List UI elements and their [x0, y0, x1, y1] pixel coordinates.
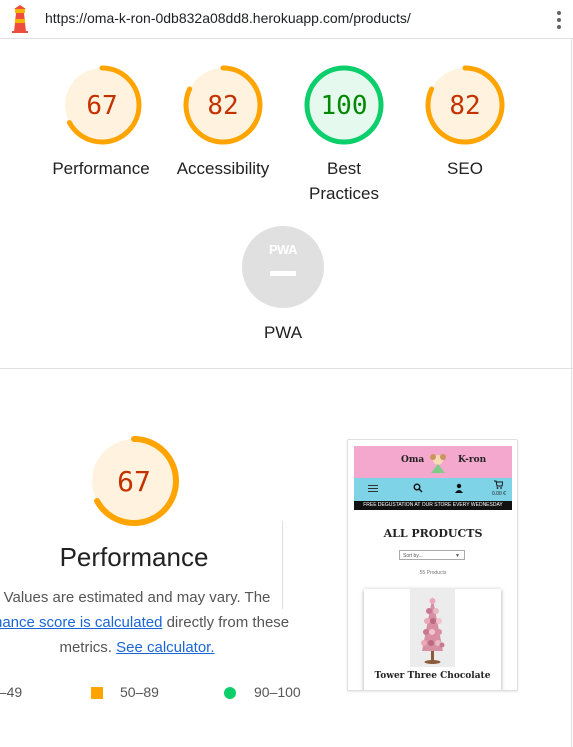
- sort-label: Sort by...: [403, 553, 423, 559]
- macaron-tower-image: [410, 589, 455, 667]
- performance-label[interactable]: Performance: [40, 156, 162, 181]
- product-card: Tower Three Chocolate: [364, 589, 501, 690]
- site-nav: 0.00 €: [354, 478, 512, 501]
- cart-total: 0.00 €: [492, 491, 506, 497]
- accessibility-label[interactable]: Accessibility: [162, 156, 284, 181]
- product-count: 55 Products: [419, 570, 447, 576]
- address-bar: https://oma-k-ron-0db832a08dd8.herokuapp…: [0, 0, 573, 39]
- search-icon: [413, 483, 423, 493]
- seo-label[interactable]: SEO: [404, 156, 526, 181]
- performance-large-score: 67: [117, 465, 151, 498]
- score-calculated-link[interactable]: rmance score is calculated: [0, 614, 162, 631]
- scroll-edge: [571, 38, 572, 747]
- performance-title: Performance: [59, 542, 209, 572]
- accessibility-gauge[interactable]: 82: [182, 64, 264, 146]
- pwa-gauge[interactable]: PWA: [242, 226, 324, 308]
- site-brand-left: Oma: [401, 455, 425, 465]
- desc-text-1: Values are estimated and may vary. The: [3, 589, 271, 606]
- legend-pass: 90–100: [254, 684, 301, 700]
- cart-icon: [494, 480, 503, 489]
- site-header: Oma K-ron: [354, 446, 512, 478]
- pwa-badge-text: PWA: [268, 242, 298, 257]
- all-products-title: ALL PRODUCTS: [383, 527, 483, 540]
- desc-text-3: metrics.: [59, 639, 117, 656]
- pwa-dash-icon: [270, 271, 296, 276]
- pass-circle-icon: [224, 687, 236, 699]
- final-screenshot[interactable]: Oma K-ron 0.00 € FREE DEGUSTATION AT OUR…: [347, 439, 518, 691]
- promo-banner: FREE DEGUSTATION AT OUR STORE EVERY WEDN…: [354, 501, 512, 510]
- accessibility-score: 82: [207, 91, 239, 121]
- performance-score: 67: [86, 91, 118, 121]
- legend-fail: 0–49: [0, 684, 23, 700]
- lighthouse-icon: [12, 5, 28, 33]
- product-title: Tower Three Chocolate: [374, 671, 491, 681]
- best-practices-gauge[interactable]: 100: [303, 64, 385, 146]
- sort-select: Sort by... ▼: [399, 550, 465, 560]
- more-options-icon[interactable]: [552, 9, 566, 31]
- seo-score: 82: [449, 91, 481, 121]
- menu-icon: [368, 485, 378, 492]
- caret-down-icon: ▼: [455, 553, 460, 559]
- legend-average: 50–89: [120, 684, 159, 700]
- best-practices-score: 100: [320, 91, 368, 121]
- site-brand-right: K-ron: [458, 455, 487, 465]
- average-square-icon: [91, 687, 103, 699]
- user-icon: [455, 483, 463, 493]
- performance-gauge[interactable]: 67: [61, 64, 143, 146]
- seo-gauge[interactable]: 82: [424, 64, 506, 146]
- section-divider: [0, 368, 573, 369]
- url-text[interactable]: https://oma-k-ron-0db832a08dd8.herokuapp…: [45, 10, 411, 26]
- see-calculator-link[interactable]: See calculator.: [116, 639, 214, 656]
- pwa-label[interactable]: PWA: [222, 320, 344, 345]
- performance-large-gauge: 67: [88, 435, 180, 527]
- desc-text-2: directly from these: [162, 614, 290, 631]
- best-practices-label[interactable]: Best Practices: [303, 156, 385, 206]
- performance-description: Values are estimated and may vary. The r…: [0, 585, 304, 660]
- mascot-icon: [430, 454, 446, 473]
